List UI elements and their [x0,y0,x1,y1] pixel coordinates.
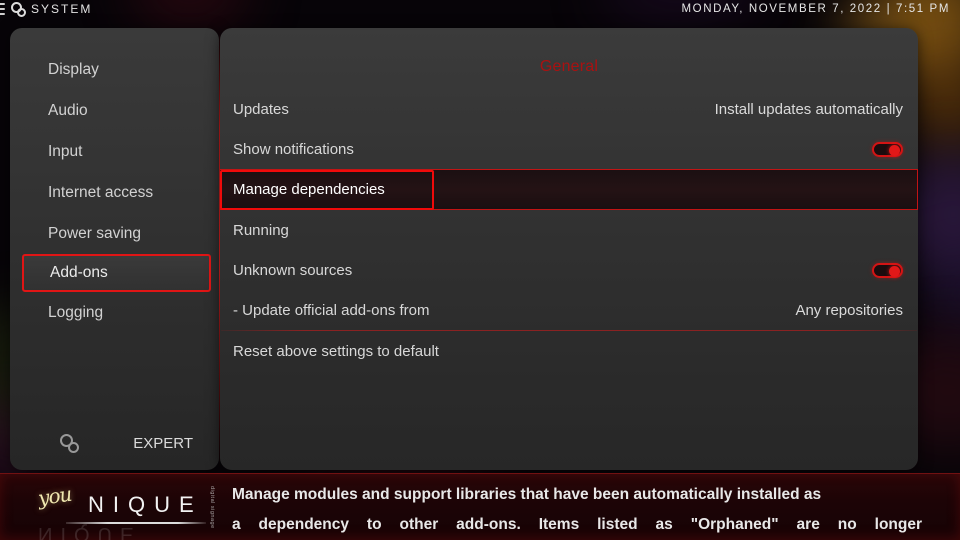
sidebar-item-label: Display [48,60,99,78]
logo-tagline: digital signage [209,486,215,529]
setting-row-unknown-sources[interactable]: Unknown sources [220,250,918,290]
setting-row-manage-dependencies[interactable]: Manage dependencies [220,169,918,210]
sidebar-item-logging[interactable]: Logging [10,292,219,333]
clock-datetime: MONDAY, NOVEMBER 7, 2022 | 7:51 PM [681,3,950,15]
setting-label: - Update official add-ons from [233,301,430,319]
description-line-1: Manage modules and support libraries tha… [232,486,822,503]
settings-category-sidebar: Display Audio Input Internet access Powe… [10,28,219,470]
toggle-knob [889,265,900,277]
sidebar-item-label: Audio [48,101,88,119]
settings-content-panel: General Updates Install updates automati… [220,28,918,470]
toggle-switch-unknown-sources[interactable] [872,262,903,278]
description-line-2: a dependency to other add-ons. Items lis… [232,516,922,533]
setting-label: Running [233,221,289,239]
setting-label: Reset above settings to default [233,342,439,360]
window-title: SYSTEM [31,2,93,16]
sidebar-item-audio[interactable]: Audio [10,90,219,131]
setting-row-update-official-addons-from[interactable]: - Update official add-ons from Any repos… [220,290,918,330]
sidebar-footer: EXPERT [10,416,219,470]
sidebar-item-label: Logging [48,303,104,321]
topbar-left-group: SYSTEM [0,2,93,17]
logo-text-nique: NIQUE [88,492,203,517]
setting-label: Updates [233,100,289,118]
settings-level-label[interactable]: EXPERT [133,435,193,452]
settings-list: Updates Install updates automatically Sh… [220,89,918,371]
cogs-icon [11,2,26,17]
page-title: General [539,58,599,75]
sidebar-item-label: Input [48,142,83,160]
setting-label: Unknown sources [233,261,353,279]
logo-text-you: you [36,481,73,511]
toggle-knob [889,144,900,156]
setting-row-updates[interactable]: Updates Install updates automatically [220,89,918,129]
setting-row-reset-above-settings[interactable]: Reset above settings to default [220,331,918,371]
panel-divider [219,32,220,468]
setting-description: Manage modules and support libraries tha… [232,480,922,540]
sidebar-item-add-ons[interactable]: Add-ons [22,254,211,292]
hamburger-icon[interactable] [0,3,5,15]
logo-reflection: NIQUE [38,523,142,540]
toggle-switch-show-notifications[interactable] [872,141,903,157]
setting-row-running[interactable]: Running [220,210,918,250]
sidebar-item-display[interactable]: Display [10,49,219,90]
sidebar-item-label: Power saving [48,224,142,242]
setting-row-show-notifications[interactable]: Show notifications [220,129,918,169]
sidebar-item-label: Add-ons [50,264,108,281]
sidebar-item-power-saving[interactable]: Power saving [10,213,219,254]
setting-value: Any repositories [795,301,903,319]
brand-logo: you NIQUE NIQUE digital signage [26,478,221,540]
setting-label: Show notifications [233,140,354,158]
setting-value: Install updates automatically [714,100,903,118]
sidebar-item-label: Internet access [48,183,154,201]
sidebar-item-input[interactable]: Input [10,131,219,172]
sidebar-item-internet-access[interactable]: Internet access [10,172,219,213]
cogs-icon[interactable] [60,434,79,453]
top-status-bar: SYSTEM MONDAY, NOVEMBER 7, 2022 | 7:51 P… [0,0,960,22]
setting-label: Manage dependencies [233,181,385,198]
